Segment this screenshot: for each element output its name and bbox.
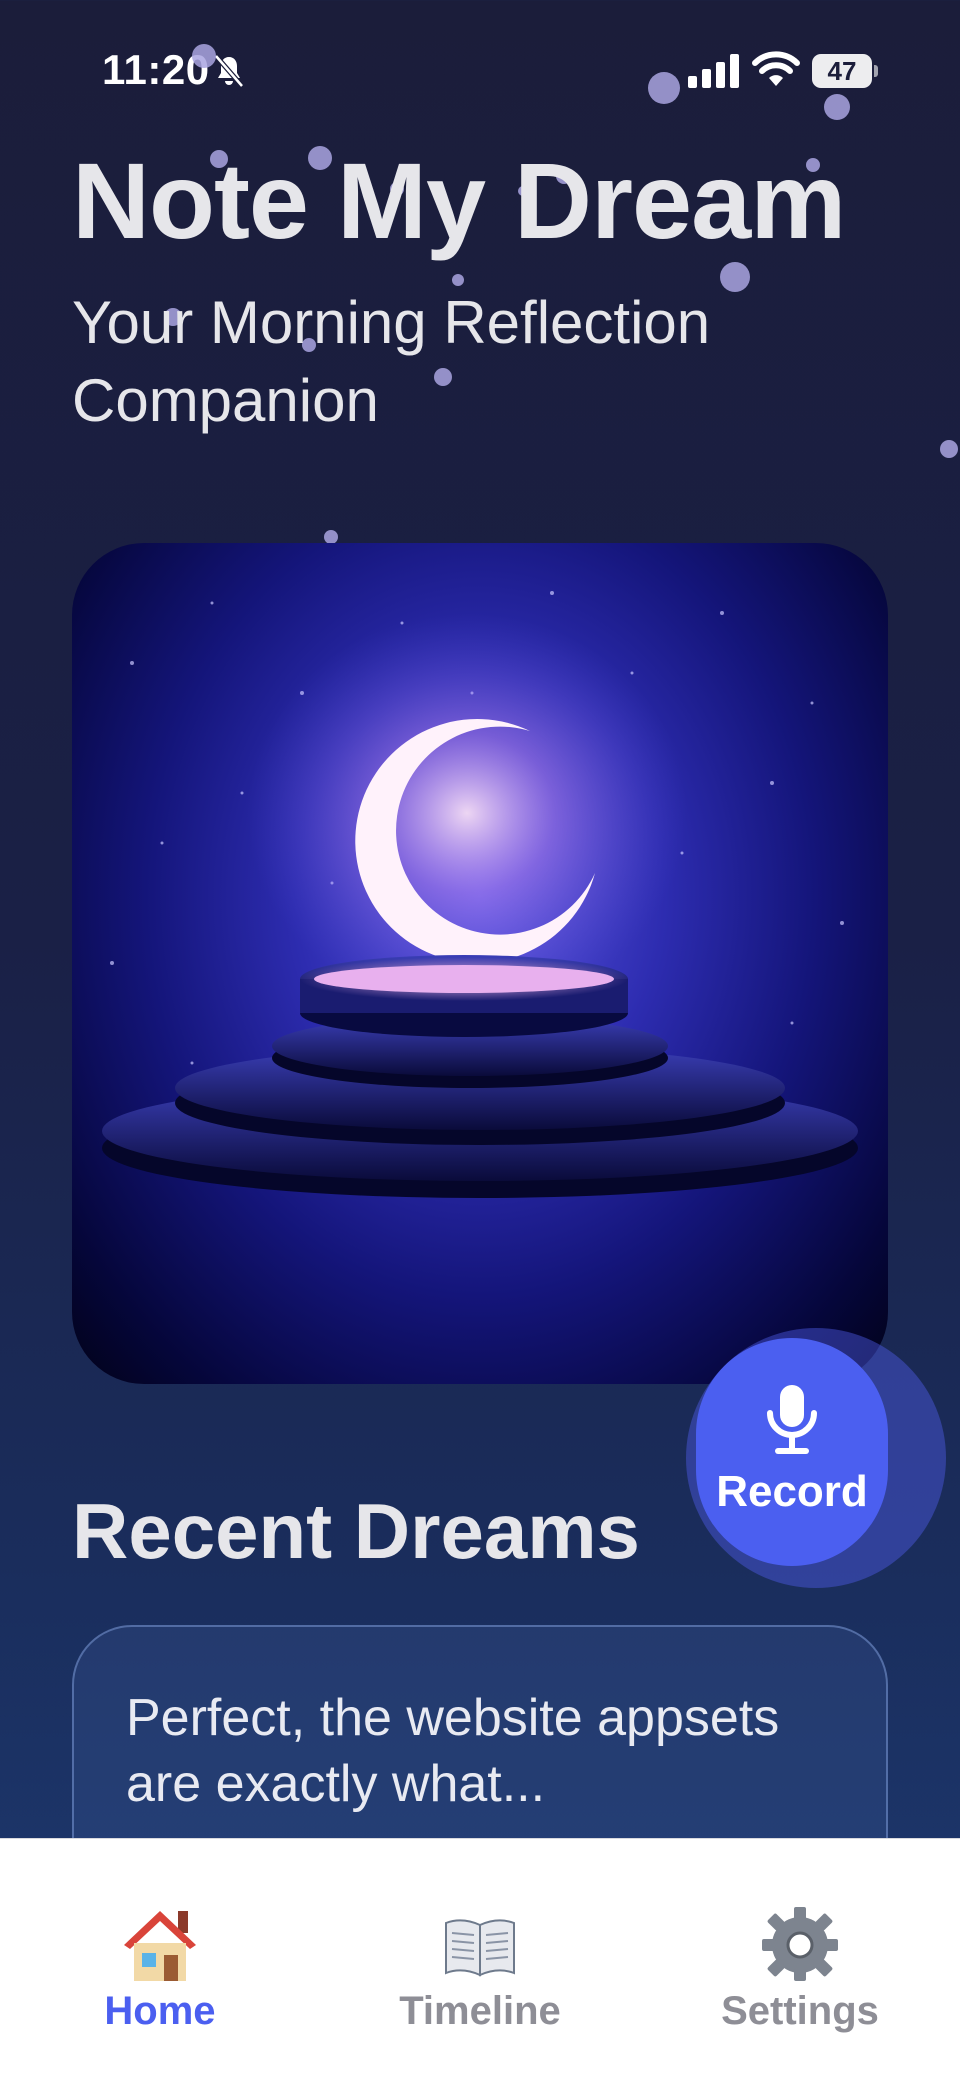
- app-title: Note My Dream: [72, 140, 846, 261]
- battery-percentage: 47: [827, 56, 857, 86]
- tab-settings-label: Settings: [721, 1989, 879, 2033]
- battery-indicator: 47: [812, 54, 878, 88]
- hero-illustration: [72, 543, 888, 1384]
- recent-dreams-title: Recent Dreams: [72, 1487, 640, 1575]
- record-button-label: Record: [716, 1467, 868, 1516]
- record-button[interactable]: Record: [696, 1338, 888, 1566]
- cellular-signal-icon: [688, 54, 739, 88]
- house-icon: [124, 1911, 196, 1981]
- tab-bar: Home Timeline Settings: [0, 1838, 960, 2079]
- tab-settings[interactable]: Settings: [640, 1839, 960, 2079]
- gear-icon: [762, 1907, 838, 1981]
- app-subtitle: Your Morning Reflection Companion: [72, 289, 711, 434]
- crescent-moon-pedestal-illustration: [102, 591, 858, 1198]
- microphone-icon: [767, 1385, 817, 1454]
- tab-timeline[interactable]: Timeline: [320, 1839, 640, 2079]
- status-bar: 11:20 47: [0, 0, 960, 140]
- book-icon: [445, 1919, 515, 1977]
- tab-timeline-label: Timeline: [399, 1989, 561, 2033]
- tab-home[interactable]: Home: [0, 1839, 320, 2079]
- tab-home-label: Home: [104, 1989, 216, 2033]
- dream-card-preview: Perfect, the website appsets are exactly…: [126, 1689, 780, 1813]
- wifi-icon: [752, 51, 800, 86]
